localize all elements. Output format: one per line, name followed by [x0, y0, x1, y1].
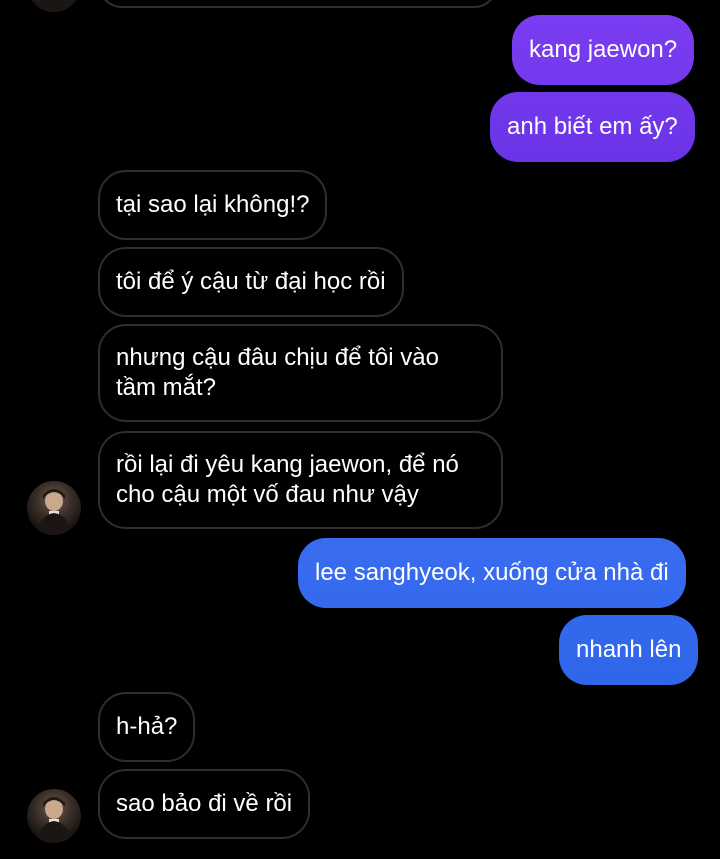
message-bubble-incoming[interactable]: rồi lại đi yêu kang jaewon, để nó cho cậ…: [98, 431, 503, 529]
message-text: tại sao lại không!?: [116, 191, 310, 218]
contact-avatar-photo-icon: [37, 489, 71, 535]
message-text: anh biết em ấy?: [507, 113, 678, 140]
message-bubble-outgoing[interactable]: nhanh lên: [559, 615, 699, 685]
message-bubble-incoming[interactable]: sao bảo đi về rồi: [98, 769, 311, 839]
message-text: kang jaewon?: [529, 36, 678, 63]
message-bubble-outgoing[interactable]: kang jaewon?: [512, 15, 695, 85]
contact-avatar-photo-icon: [37, 0, 71, 12]
message-bubble-incoming[interactable]: tại sao lại không!?: [98, 170, 328, 240]
message-text: nhanh lên: [576, 636, 682, 663]
message-text: sao bảo đi về rồi: [116, 790, 293, 817]
message-text: tôi để ý cậu từ đại học rồi: [116, 268, 386, 295]
contact-avatar[interactable]: [27, 0, 81, 12]
message-text-line: nhưng cậu đâu chịu để tôi vào: [116, 344, 439, 371]
message-bubble-outgoing[interactable]: anh biết em ấy?: [490, 92, 695, 162]
message-bubble-incoming[interactable]: h-hả?: [98, 692, 196, 762]
message-text: lee sanghyeok, xuống cửa nhà đi: [315, 559, 669, 586]
message-text-line: rồi lại đi yêu kang jaewon, để nó: [116, 451, 459, 478]
contact-avatar-photo-icon: [37, 797, 71, 843]
message-bubble-incoming[interactable]: tôi để ý cậu từ đại học rồi: [98, 247, 404, 317]
message-bubble-partial: [98, 0, 498, 8]
contact-avatar[interactable]: [27, 789, 81, 843]
contact-avatar[interactable]: [27, 481, 81, 535]
message-bubble-outgoing[interactable]: lee sanghyeok, xuống cửa nhà đi: [298, 538, 686, 608]
message-text-line: tầm mắt?: [116, 374, 217, 401]
message-text: h-hả?: [116, 713, 178, 740]
message-bubble-incoming[interactable]: nhưng cậu đâu chịu để tôi vào tầm mắt?: [98, 324, 503, 422]
message-text-line: cho cậu một vố đau như vậy: [116, 481, 419, 508]
